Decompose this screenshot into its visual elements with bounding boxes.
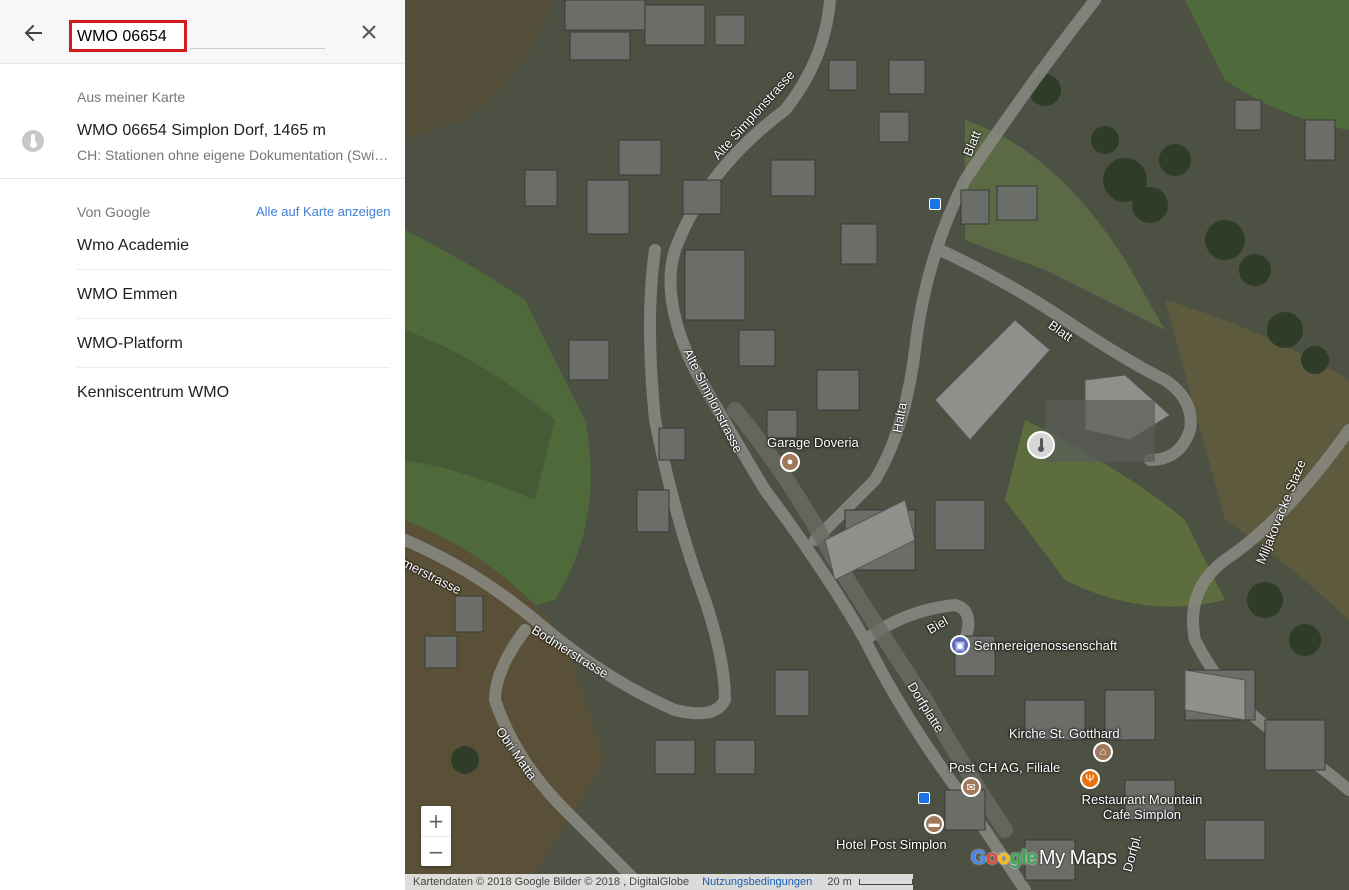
divider [0, 178, 405, 179]
search-query-highlight [69, 20, 187, 52]
thermometer-icon[interactable] [1027, 431, 1055, 459]
arrow-left-icon [24, 24, 42, 42]
scale-label: 20 m [827, 876, 852, 888]
terms-link[interactable]: Nutzungsbedingungen [702, 876, 812, 888]
attribution-bar: Kartendaten © 2018 Google Bilder © 2018 … [405, 874, 913, 890]
show-all-on-map-link[interactable]: Alle auf Karte anzeigen [256, 204, 390, 219]
fork-knife-icon[interactable]: Ψ [1080, 769, 1100, 789]
close-button[interactable] [354, 17, 384, 47]
google-result-item[interactable]: WMO Emmen [77, 270, 390, 319]
church-icon[interactable]: ⌂ [1093, 742, 1113, 762]
map-footer: Kartendaten © 2018 Google Bilder © 2018 … [405, 874, 1349, 890]
poi-label: Hotel Post Simplon [836, 837, 947, 852]
google-section-label: Von Google [77, 204, 151, 220]
thermometer-icon [22, 130, 44, 152]
attribution-text: Kartendaten © 2018 Google Bilder © 2018 … [413, 876, 690, 888]
result-title: WMO 06654 Simplon Dorf, 1465 m [77, 122, 326, 139]
satellite-imagery [405, 0, 1349, 890]
search-panel: Aus meiner Karte WMO 06654 Simplon Dorf,… [0, 0, 405, 890]
shopping-bag-icon[interactable]: ▣ [950, 635, 970, 655]
search-input[interactable] [77, 27, 177, 47]
my-map-section-label: Aus meiner Karte [77, 89, 186, 105]
google-result-item[interactable]: WMO-Platform [77, 319, 390, 368]
poi-label: Garage Doveria [767, 435, 859, 450]
poi-label: Restaurant Mountain Cafe Simplon [1081, 792, 1203, 822]
google-result-item[interactable]: Kenniscentrum WMO [77, 368, 390, 417]
poi-label: Post CH AG, Filiale [949, 760, 1061, 775]
my-map-result[interactable]: WMO 06654 Simplon Dorf, 1465 m CH: Stati… [0, 108, 405, 178]
zoom-out-button[interactable]: − [421, 836, 451, 866]
google-my-maps-logo: Google My Maps [971, 847, 1117, 869]
search-bar [0, 0, 405, 64]
zoom-controls: + − [421, 806, 451, 866]
poi-label: Kirche St. Gotthard [1009, 726, 1120, 741]
bus-stop-icon[interactable] [929, 198, 941, 210]
back-button[interactable] [18, 18, 48, 48]
satellite-map[interactable]: Alte Simplonstrasse Alte Simplonstrasse … [405, 0, 1349, 890]
google-results-list: Wmo Academie WMO Emmen WMO-Platform Kenn… [77, 221, 390, 417]
bed-icon[interactable]: ▬ [924, 814, 944, 834]
mail-icon[interactable]: ✉ [961, 777, 981, 797]
poi-label: Sennereigenossenschaft [974, 638, 1118, 653]
bus-stop-icon[interactable] [918, 792, 930, 804]
search-underline [190, 48, 325, 49]
result-subtitle: CH: Stationen ohne eigene Dokumentation … [77, 147, 389, 163]
scale-bar [858, 879, 913, 886]
close-icon [362, 25, 376, 39]
google-result-item[interactable]: Wmo Academie [77, 221, 390, 270]
pin-icon[interactable]: ● [780, 452, 800, 472]
zoom-in-button[interactable]: + [421, 806, 451, 836]
